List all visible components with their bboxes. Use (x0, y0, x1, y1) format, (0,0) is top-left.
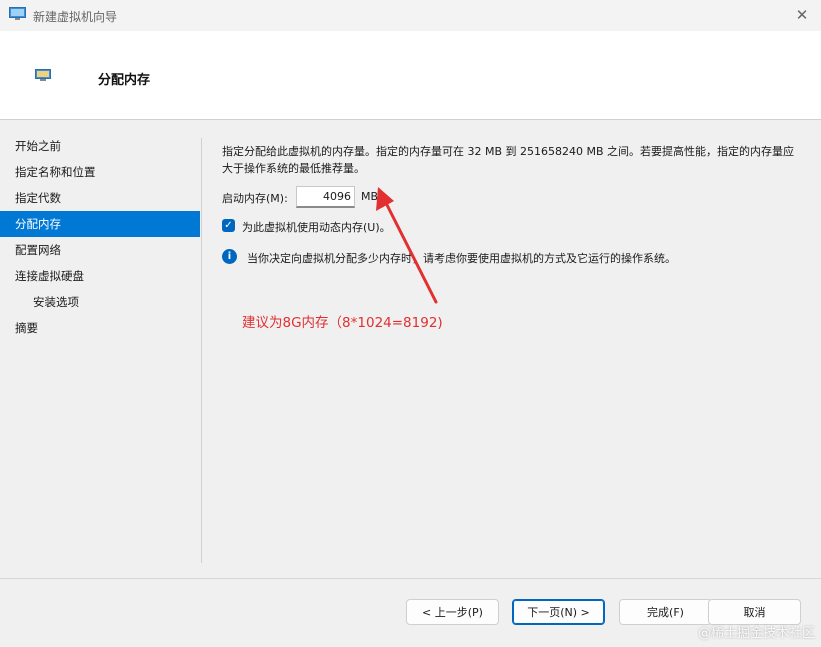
page-title: 分配内存 (98, 73, 151, 88)
previous-button[interactable]: < 上一步(P) (406, 599, 499, 625)
next-button[interactable]: 下一页(N) > (512, 599, 605, 625)
vm-monitor-icon (9, 7, 26, 20)
vm-monitor-icon (35, 69, 51, 81)
main-content: 指定分配给此虚拟机的内存量。指定的内存量可在 32 MB 到 251658240… (222, 143, 802, 177)
sidebar-item-name-location[interactable]: 指定名称和位置 (0, 159, 200, 185)
footer-divider (0, 578, 821, 579)
dynamic-memory-label[interactable]: 为此虚拟机使用动态内存(U)。 (242, 219, 391, 235)
info-icon: i (222, 249, 237, 264)
wizard-steps-sidebar: 开始之前 指定名称和位置 指定代数 分配内存 配置网络 连接虚拟硬盘 安装选项 … (0, 133, 200, 341)
sidebar-item-installation-options[interactable]: 安装选项 (0, 289, 200, 315)
annotation-text: 建议为8G内存（8*1024=8192) (242, 315, 443, 331)
close-button[interactable]: ✕ (791, 4, 813, 26)
dynamic-memory-checkbox[interactable]: ✓ (222, 219, 235, 232)
sidebar-divider (201, 138, 202, 563)
sidebar-item-assign-memory[interactable]: 分配内存 (0, 211, 200, 237)
sidebar-item-summary[interactable]: 摘要 (0, 315, 200, 341)
info-text: 当你决定向虚拟机分配多少内存时，请考虑你要使用虚拟机的方式及它运行的操作系统。 (247, 252, 676, 265)
startup-memory-label: 启动内存(M): (222, 192, 288, 205)
memory-description: 指定分配给此虚拟机的内存量。指定的内存量可在 32 MB 到 251658240… (222, 145, 795, 175)
startup-memory-input[interactable]: 4096 (296, 186, 355, 208)
sidebar-item-virtual-disk[interactable]: 连接虚拟硬盘 (0, 263, 200, 289)
sidebar-item-networking[interactable]: 配置网络 (0, 237, 200, 263)
watermark: @稀土掘金技术社区 (697, 626, 815, 641)
annotation-arrow-icon (376, 187, 438, 304)
sidebar-item-generation[interactable]: 指定代数 (0, 185, 200, 211)
window-title: 新建虚拟机向导 (33, 10, 118, 24)
sidebar-item-before-you-begin[interactable]: 开始之前 (0, 133, 200, 159)
wizard-header: 分配内存 (0, 31, 821, 120)
title-bar: 新建虚拟机向导 ✕ (0, 0, 821, 32)
